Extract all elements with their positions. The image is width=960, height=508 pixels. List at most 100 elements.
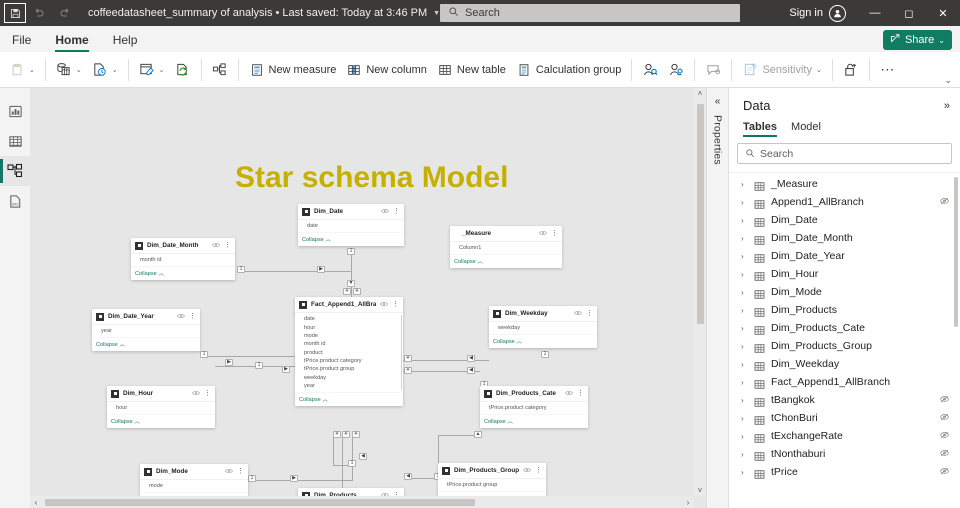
chevron-right-icon[interactable]: › xyxy=(741,396,748,405)
model-canvas[interactable]: Star schema Model 1 1 ▶ ▼ ✳ ✳ 1 ▶ 1 ▶ ✳ ◀ 1 ✳ ◀ 1 1 ▶ 1 ✳ ✳ ✳… xyxy=(30,88,706,508)
table-field[interactable]: tPrice.product category xyxy=(295,357,403,365)
table-card[interactable]: _Measure ⋮ Column1 Collapse ︿ xyxy=(450,226,562,269)
table-card[interactable]: Dim_Hour ⋮ hour Collapse ︿ xyxy=(107,386,215,429)
table-card-header[interactable]: Dim_Products_Cate ⋮ xyxy=(480,386,588,401)
chevron-right-icon[interactable]: › xyxy=(741,342,748,351)
hidden-eye-icon[interactable] xyxy=(939,196,950,208)
table-field[interactable]: tPrice.product group xyxy=(295,365,403,373)
chevron-double-right-icon[interactable]: » xyxy=(944,100,950,112)
chevron-double-left-icon[interactable]: « xyxy=(715,96,721,107)
table-card-collapse-button[interactable]: Collapse ︿ xyxy=(92,337,200,351)
list-item[interactable]: › Fact_Append1_AllBranch xyxy=(729,373,960,391)
table-card-collapse-button[interactable]: Collapse ︿ xyxy=(131,266,235,280)
properties-pane-collapsed[interactable]: « Properties xyxy=(706,88,728,508)
table-card[interactable]: Dim_Weekday ⋮ weekday Collapse ︿ xyxy=(489,306,597,349)
sensitivity-button[interactable]: Sensitivity ⌄ xyxy=(737,55,826,85)
menu-item-file[interactable]: File xyxy=(0,33,43,52)
list-item[interactable]: › Dim_Date_Year xyxy=(729,247,960,265)
chevron-right-icon[interactable]: › xyxy=(741,378,748,387)
hidden-eye-icon[interactable] xyxy=(939,448,950,460)
relationship-line[interactable] xyxy=(403,360,489,361)
ribbon-collapse-caret[interactable]: ⌄ xyxy=(944,75,952,86)
data-pane-scroll-thumb[interactable] xyxy=(954,177,958,327)
chevron-right-icon[interactable]: › xyxy=(741,180,748,189)
chevron-right-icon[interactable]: › xyxy=(741,360,748,369)
table-card-header[interactable]: Fact_Append1_AllBra... ⋮ xyxy=(295,297,403,312)
list-item[interactable]: › Dim_Mode xyxy=(729,283,960,301)
tab-model[interactable]: Model xyxy=(791,121,821,137)
table-card[interactable]: Dim_Date ⋮ date Collapse ︿ xyxy=(298,204,404,247)
new-column-button[interactable]: New column xyxy=(341,55,432,85)
table-card-scroll-thumb[interactable] xyxy=(400,315,402,391)
relationship-line[interactable] xyxy=(333,435,334,465)
menu-item-help[interactable]: Help xyxy=(101,33,150,52)
table-field[interactable]: tPrice.product group xyxy=(438,481,546,489)
list-item[interactable]: › Dim_Hour xyxy=(729,265,960,283)
manage-roles-button[interactable] xyxy=(637,55,663,85)
paste-button[interactable]: ⌄ xyxy=(4,55,40,85)
chevron-right-icon[interactable]: › xyxy=(741,270,748,279)
table-field[interactable]: weekday xyxy=(489,324,597,332)
hidden-eye-icon[interactable] xyxy=(939,430,950,442)
new-measure-button[interactable]: New measure xyxy=(244,55,342,85)
chevron-right-icon[interactable]: › xyxy=(741,306,748,315)
table-field[interactable]: Column1 xyxy=(450,244,562,252)
table-card-more-icon[interactable]: ⋮ xyxy=(577,390,584,397)
hidden-eye-icon[interactable] xyxy=(939,412,950,424)
chevron-right-icon[interactable]: › xyxy=(741,324,748,333)
close-button[interactable]: ✕ xyxy=(926,0,960,26)
tab-tables[interactable]: Tables xyxy=(743,121,778,137)
hide-table-icon[interactable] xyxy=(225,468,233,476)
undo-icon[interactable] xyxy=(26,0,52,26)
list-item[interactable]: › Dim_Weekday xyxy=(729,355,960,373)
sidebar-item-report[interactable] xyxy=(0,96,30,126)
more-options-button[interactable]: ⋯ xyxy=(875,55,901,85)
hidden-eye-icon[interactable] xyxy=(939,394,950,406)
vertical-scroll-thumb[interactable] xyxy=(696,104,704,324)
chevron-right-icon[interactable]: › xyxy=(741,252,748,261)
table-field[interactable]: month id xyxy=(131,256,235,264)
hidden-eye-icon[interactable] xyxy=(939,466,950,478)
hide-table-icon[interactable] xyxy=(192,390,200,398)
table-card-more-icon[interactable]: ⋮ xyxy=(204,390,211,397)
table-card-more-icon[interactable]: ⋮ xyxy=(189,313,196,320)
table-card-collapse-button[interactable]: Collapse ︿ xyxy=(295,392,403,406)
table-field[interactable]: hour xyxy=(295,323,403,331)
table-card-collapse-button[interactable]: Collapse ︿ xyxy=(107,414,215,428)
protect-button[interactable] xyxy=(838,55,864,85)
chevron-right-icon[interactable]: › xyxy=(741,216,748,225)
scroll-left-arrow[interactable]: ‹ xyxy=(30,498,42,507)
table-card-more-icon[interactable]: ⋮ xyxy=(551,230,558,237)
list-item[interactable]: › tPrice xyxy=(729,463,960,481)
table-card-header[interactable]: Dim_Date_Year ⋮ xyxy=(92,309,200,324)
list-item[interactable]: › Dim_Products_Cate xyxy=(729,319,960,337)
table-field[interactable]: month id xyxy=(295,340,403,348)
q-and-a-button[interactable] xyxy=(700,55,726,85)
save-icon[interactable] xyxy=(4,3,26,23)
table-card-more-icon[interactable]: ⋮ xyxy=(586,310,593,317)
table-field[interactable]: tPrice.product category xyxy=(480,404,588,412)
canvas-vertical-scrollbar[interactable]: ˄ ˅ xyxy=(694,88,706,496)
new-table-button[interactable]: New table xyxy=(432,55,511,85)
list-item[interactable]: › tChonBuri xyxy=(729,409,960,427)
table-field[interactable]: date xyxy=(298,222,404,230)
table-card-collapse-button[interactable]: Collapse ︿ xyxy=(489,334,597,348)
share-button[interactable]: Share ⌄ xyxy=(882,30,952,50)
list-item[interactable]: › _Measure xyxy=(729,175,960,193)
hide-table-icon[interactable] xyxy=(381,208,389,216)
chevron-right-icon[interactable]: › xyxy=(741,468,748,477)
table-card-header[interactable]: Dim_Weekday ⋮ xyxy=(489,306,597,321)
global-search-box[interactable]: Search xyxy=(440,4,740,22)
table-field[interactable]: year xyxy=(92,327,200,335)
list-item[interactable]: › Append1_AllBranch xyxy=(729,193,960,211)
chevron-right-icon[interactable]: › xyxy=(741,450,748,459)
table-card[interactable]: Fact_Append1_AllBra... ⋮ date hour mode month… xyxy=(295,297,403,407)
table-card-header[interactable]: Dim_Date_Month ⋮ xyxy=(131,238,235,253)
list-item[interactable]: › Dim_Products xyxy=(729,301,960,319)
horizontal-scroll-thumb[interactable] xyxy=(45,498,475,506)
sidebar-item-dax-query[interactable]: DAX xyxy=(0,186,30,216)
chevron-right-icon[interactable]: › xyxy=(741,432,748,441)
table-card[interactable]: Dim_Date_Year ⋮ year Collapse ︿ xyxy=(92,309,200,352)
calculation-group-button[interactable]: Calculation group xyxy=(511,55,627,85)
table-field[interactable]: mode xyxy=(140,482,248,490)
